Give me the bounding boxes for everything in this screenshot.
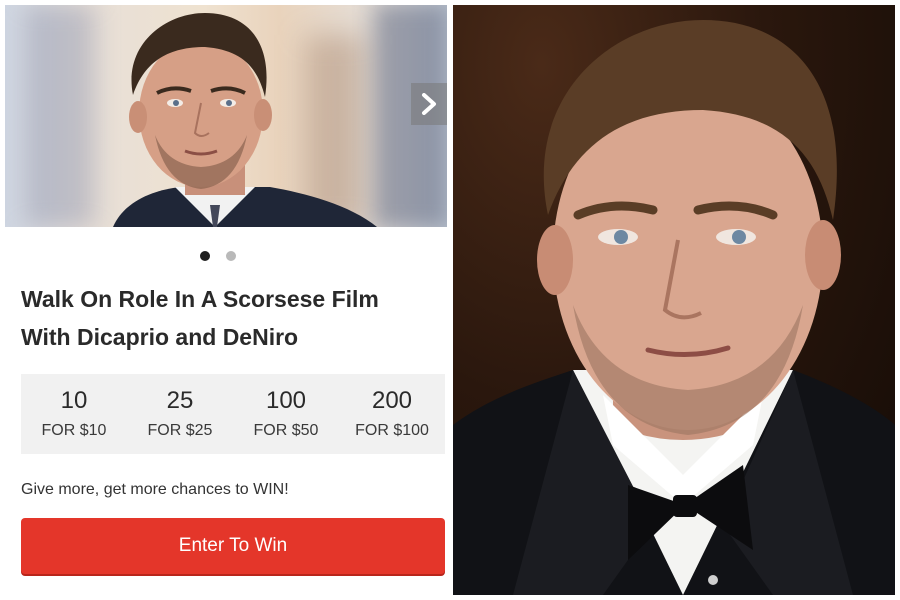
offer-card: Walk On Role In A Scorsese Film With Dic… [5, 5, 447, 595]
tier-price: FOR $50 [253, 422, 319, 439]
carousel-pagination [5, 251, 447, 261]
carousel-dot-2[interactable] [226, 251, 236, 261]
actor-portrait-photo [453, 5, 895, 595]
tier-entries: 200 [371, 387, 413, 414]
tier-entries: 100 [265, 387, 307, 414]
image-carousel[interactable] [5, 5, 447, 227]
carousel-photo-actor [113, 13, 377, 227]
tier-option-10[interactable]: 10 FOR $10 [21, 374, 127, 454]
donation-prompt: Give more, get more chances to WIN! [21, 481, 289, 498]
tier-option-200[interactable]: 200 FOR $100 [339, 374, 445, 454]
listing-title-line2: With Dicaprio and DeNiro [21, 324, 299, 350]
entry-tiers: 10 FOR $10 25 FOR $25 100 FOR $50 200 FO… [21, 374, 445, 454]
chevron-right-icon [422, 93, 436, 115]
tier-price: FOR $25 [147, 422, 213, 439]
portrait-illustration [453, 20, 895, 595]
tier-price: FOR $10 [41, 422, 107, 439]
enter-to-win-button[interactable]: Enter To Win [21, 518, 445, 574]
carousel-dot-1[interactable] [200, 251, 210, 261]
tier-entries: 10 [60, 387, 88, 414]
carousel-next-button[interactable] [411, 83, 447, 125]
tier-price: FOR $100 [355, 422, 429, 439]
tier-option-25[interactable]: 25 FOR $25 [127, 374, 233, 454]
listing-title-line1: Walk On Role In A Scorsese Film [21, 286, 379, 312]
tier-entries: 25 [166, 387, 194, 414]
tier-option-100[interactable]: 100 FOR $50 [233, 374, 339, 454]
listing-title: Walk On Role In A Scorsese Film With Dic… [21, 280, 441, 356]
